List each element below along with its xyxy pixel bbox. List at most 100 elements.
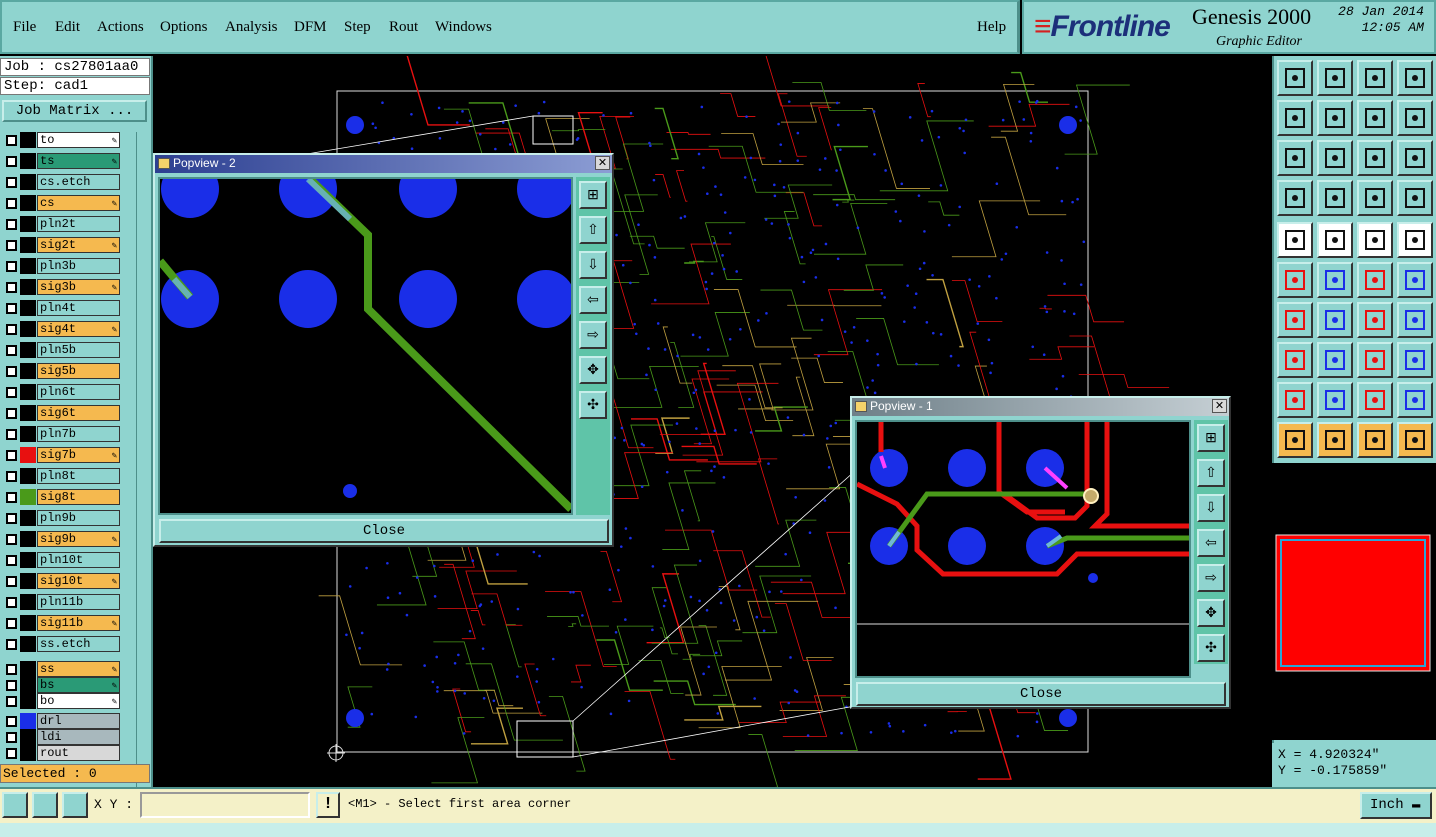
layer-row[interactable]: ss ✎	[2, 661, 132, 678]
layer-color-swatch[interactable]	[20, 594, 36, 610]
settings-icon[interactable]	[1277, 180, 1313, 216]
layer-checkbox[interactable]	[6, 618, 17, 629]
layer-checkbox[interactable]	[6, 156, 17, 167]
layer-name[interactable]: bo ✎	[37, 693, 120, 709]
zoom-area-icon[interactable]	[1317, 140, 1353, 176]
dash-icon[interactable]	[1317, 342, 1353, 378]
layer-list-scrollbar[interactable]	[136, 132, 149, 816]
layer-checkbox[interactable]	[6, 219, 17, 230]
layer-row[interactable]: pln3b	[2, 258, 132, 275]
layer-checkbox[interactable]	[6, 240, 17, 251]
grid-icon[interactable]	[62, 792, 88, 818]
menu-file[interactable]: File	[13, 19, 36, 36]
layer-name[interactable]: sig2t ✎	[37, 237, 120, 253]
layer-color-swatch[interactable]	[20, 636, 36, 652]
layer-name[interactable]: sig3b ✎	[37, 279, 120, 295]
measure-box-icon[interactable]	[1357, 342, 1393, 378]
layer-row[interactable]: ss.etch	[2, 636, 132, 653]
layer-name[interactable]: pln6t	[37, 384, 120, 400]
layer-color-swatch[interactable]	[20, 321, 36, 337]
layer-checkbox[interactable]	[6, 680, 17, 691]
layer-name[interactable]: ldi	[37, 729, 120, 745]
rotate-icon[interactable]	[1397, 382, 1433, 418]
layer-row[interactable]: sig2t ✎	[2, 237, 132, 254]
pan-right-icon[interactable]: ⇨	[1197, 564, 1225, 592]
layer-color-swatch[interactable]	[20, 661, 36, 677]
measure-icon[interactable]	[32, 792, 58, 818]
layer-checkbox[interactable]	[6, 324, 17, 335]
layer-name[interactable]: sig4t ✎	[37, 321, 120, 337]
layer-checkbox[interactable]	[6, 664, 17, 675]
layer-color-swatch[interactable]	[20, 573, 36, 589]
connect-icon[interactable]	[1277, 262, 1313, 298]
popview-1-close-icon[interactable]: ✕	[1212, 399, 1227, 413]
layer-color-swatch[interactable]	[20, 279, 36, 295]
pad-icon[interactable]	[1277, 222, 1313, 258]
layer-checkbox[interactable]	[6, 198, 17, 209]
layer-up-icon[interactable]	[1277, 60, 1313, 96]
layer-checkbox[interactable]	[6, 639, 17, 650]
popview-1-titlebar[interactable]: Popview - 1 ✕	[852, 398, 1229, 416]
layer-color-swatch[interactable]	[20, 258, 36, 274]
layer-row[interactable]: cs ✎	[2, 195, 132, 212]
layer-row[interactable]: pln8t	[2, 468, 132, 485]
menu-actions[interactable]: Actions	[97, 19, 144, 36]
popview-2-close-icon[interactable]: ✕	[595, 156, 610, 170]
layer-color-swatch[interactable]	[20, 342, 36, 358]
layer-color-swatch[interactable]	[20, 384, 36, 400]
layer-color-swatch[interactable]	[20, 300, 36, 316]
layer-row[interactable]: cs.etch	[2, 174, 132, 191]
layer-down-icon[interactable]	[1317, 60, 1353, 96]
layer-checkbox[interactable]	[6, 450, 17, 461]
layer-checkbox[interactable]	[6, 303, 17, 314]
pan-up-icon[interactable]: ⇧	[579, 216, 607, 244]
pan-left-icon[interactable]: ⇦	[1197, 529, 1225, 557]
layer-color-swatch[interactable]	[20, 237, 36, 253]
menu-help[interactable]: Help	[977, 19, 1006, 36]
layer-checkbox[interactable]	[6, 555, 17, 566]
layer-row[interactable]: pln6t	[2, 384, 132, 401]
layer-color-swatch[interactable]	[20, 713, 36, 729]
layer-color-swatch[interactable]	[20, 363, 36, 379]
layer-checkbox[interactable]	[6, 748, 17, 759]
layer-color-swatch[interactable]	[20, 677, 36, 693]
layer-row[interactable]: sig7b ✎	[2, 447, 132, 464]
zoom-in-icon[interactable]: ✣	[579, 391, 607, 419]
zoom-out-icon[interactable]: ✥	[1197, 599, 1225, 627]
layer-color-swatch[interactable]	[20, 153, 36, 169]
snap-blue-icon[interactable]	[1397, 180, 1433, 216]
layer-name[interactable]: cs ✎	[37, 195, 120, 211]
pan-left-icon[interactable]: ⇦	[579, 286, 607, 314]
layer-checkbox[interactable]	[6, 408, 17, 419]
zoom-fit-icon[interactable]: ⊞	[579, 181, 607, 209]
layer-checkbox[interactable]	[6, 177, 17, 188]
layer-row[interactable]: sig8t	[2, 489, 132, 506]
layer-row[interactable]: rout	[2, 745, 132, 762]
pan-down-icon[interactable]: ⇩	[579, 251, 607, 279]
layer-name[interactable]: cs.etch	[37, 174, 120, 190]
ruler-icon[interactable]	[1357, 222, 1393, 258]
layer-row[interactable]: pln2t	[2, 216, 132, 233]
layer-row[interactable]: pln7b	[2, 426, 132, 443]
xy-input[interactable]	[140, 792, 310, 818]
layer-name[interactable]: ts ✎	[37, 153, 120, 169]
layer-name[interactable]: ss.etch	[37, 636, 120, 652]
pan-left-icon[interactable]	[1277, 100, 1313, 136]
menu-edit[interactable]: Edit	[55, 19, 80, 36]
zoom-in-icon[interactable]: ✣	[1197, 634, 1225, 662]
layer-color-swatch[interactable]	[20, 489, 36, 505]
layer-row[interactable]: pln10t	[2, 552, 132, 569]
stack-icon[interactable]	[1397, 342, 1433, 378]
layer-row[interactable]: pln11b	[2, 594, 132, 611]
layer-row[interactable]: pln9b	[2, 510, 132, 527]
layer-row[interactable]: sig6t	[2, 405, 132, 422]
layer-row[interactable]: sig5b	[2, 363, 132, 380]
cross-icon[interactable]	[1317, 262, 1353, 298]
layer-name[interactable]: ss ✎	[37, 661, 120, 677]
layer-row[interactable]: sig9b ✎	[2, 531, 132, 548]
layer-name[interactable]: pln3b	[37, 258, 120, 274]
menu-windows[interactable]: Windows	[435, 19, 492, 36]
mirror-icon[interactable]	[1397, 302, 1433, 338]
layer-row[interactable]: bs ✎	[2, 677, 132, 694]
layer-name[interactable]: pln8t	[37, 468, 120, 484]
